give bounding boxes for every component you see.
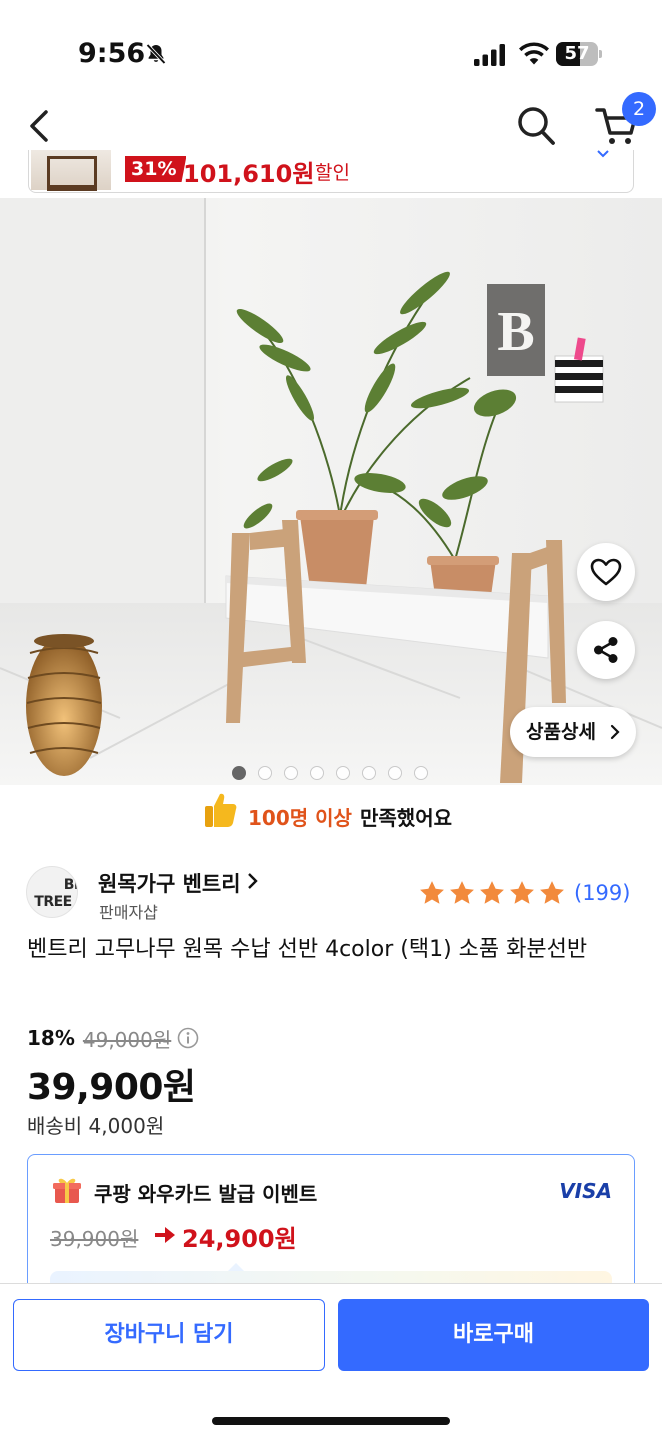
battery-level: 57 (564, 43, 590, 64)
promo-label: 할인 (315, 162, 350, 184)
buy-now-button[interactable]: 바로구매 (338, 1299, 649, 1371)
satisfaction-text: 만족했어요 (360, 806, 452, 830)
home-indicator (212, 1417, 450, 1425)
gallery-dot[interactable] (310, 766, 324, 780)
event-title: 쿠팡 와우카드 발급 이벤트 (94, 1182, 318, 1206)
original-price: 49,000원 (82, 1027, 172, 1052)
promo-discount-tag: 31% (125, 156, 187, 182)
star-icon (420, 881, 444, 904)
shipping-fee: 배송비 4,000원 (27, 1114, 165, 1138)
product-detail-button[interactable]: 상품상세 (510, 707, 636, 757)
product-image-gallery[interactable]: B 상품상세 (0, 198, 662, 785)
satisfaction-banner: 100명 이상 만족했어요 (0, 790, 662, 836)
review-count-link[interactable]: (199) (574, 881, 630, 905)
promo-strip[interactable]: 31% 101,610원 할인 (28, 150, 634, 193)
promo-thumbnail (31, 150, 111, 191)
chevron-down-icon (597, 150, 609, 158)
chevron-right-icon[interactable] (246, 871, 260, 891)
discount-rate: 18% (27, 1026, 75, 1050)
sale-price: 39,900원 (27, 1067, 196, 1108)
share-icon (594, 637, 618, 663)
gallery-dot[interactable] (362, 766, 376, 780)
gallery-dot[interactable] (336, 766, 350, 780)
wall-letter: B (497, 301, 534, 363)
satisfaction-count: 100명 이상 (248, 806, 352, 830)
product-detail-label: 상품상세 (526, 721, 596, 743)
visa-logo: VISA (559, 1179, 612, 1203)
gift-icon (53, 1178, 81, 1203)
bottom-action-bar: 장바구니 담기 바로구매 (0, 1283, 662, 1440)
rating[interactable]: (199) (418, 879, 630, 907)
status-bar: 9:56 57 (0, 0, 662, 100)
gallery-pagination[interactable] (232, 766, 428, 780)
seller-logo-text-2: TREE (34, 894, 72, 910)
bell-muted-icon (146, 43, 166, 65)
gallery-dot[interactable] (258, 766, 272, 780)
star-rating (418, 879, 568, 907)
battery-indicator: 57 (556, 42, 602, 66)
signal-icon (474, 44, 505, 66)
info-icon[interactable] (177, 1027, 199, 1049)
event-price: 24,900원 (182, 1225, 297, 1253)
star-icon (540, 881, 564, 904)
heart-icon (590, 558, 622, 586)
product-title: 벤트리 고무나무 원목 수납 선반 4color (택1) 소품 화분선반 (27, 937, 588, 962)
share-button[interactable] (577, 621, 635, 679)
status-time: 9:56 (78, 38, 146, 69)
thumbs-up-icon (205, 793, 237, 827)
star-icon (450, 881, 474, 904)
back-icon[interactable] (22, 106, 58, 146)
gallery-dot[interactable] (414, 766, 428, 780)
cart-count-badge: 2 (622, 92, 656, 126)
seller-subtitle: 판매자샵 (99, 903, 158, 922)
product-photo: B (0, 198, 662, 785)
star-icon (510, 881, 534, 904)
event-original-price: 39,900원 (50, 1227, 139, 1251)
add-to-cart-button[interactable]: 장바구니 담기 (13, 1299, 325, 1371)
gallery-dot[interactable] (232, 766, 246, 780)
chevron-right-icon (610, 724, 620, 740)
search-icon[interactable] (516, 104, 556, 146)
gallery-dot[interactable] (284, 766, 298, 780)
star-icon (480, 881, 504, 904)
wishlist-button[interactable] (577, 543, 635, 601)
gallery-dot[interactable] (388, 766, 402, 780)
seller-name-link[interactable]: 원목가구 벤트리 (98, 868, 241, 898)
discount-row: 18% 49,000원 (27, 1026, 199, 1052)
wifi-icon (519, 42, 549, 65)
promo-price: 101,610원 (183, 160, 315, 188)
arrow-right-icon (155, 1227, 175, 1243)
seller-logo[interactable]: BEN TREE (26, 866, 78, 918)
seller-logo-text-1: BEN (63, 877, 77, 893)
